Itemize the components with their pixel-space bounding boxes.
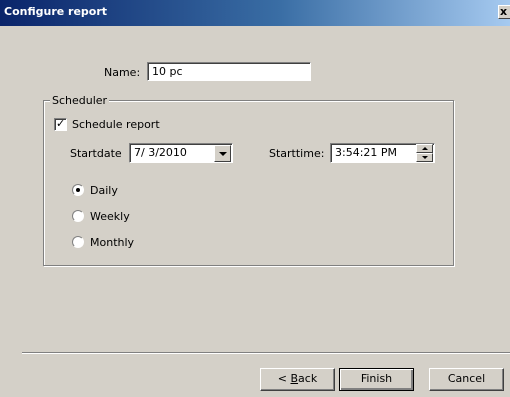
back-button[interactable]: < Back [260,368,335,391]
spin-up-icon [422,147,428,150]
radio-weekly-label[interactable]: Weekly [90,210,130,223]
spin-down-icon [422,156,428,159]
name-input-value: 10 pc [152,65,183,78]
name-input[interactable]: 10 pc [147,62,311,81]
title-bar[interactable]: Configure report x [0,0,510,26]
finish-button[interactable]: Finish [339,368,414,391]
checkmark-icon: ✓ [56,117,66,130]
chevron-down-icon [219,152,227,156]
close-button[interactable]: x [498,5,510,19]
starttime-value: 3:54:21 PM [335,146,398,159]
radio-monthly-label[interactable]: Monthly [90,236,134,249]
cancel-button-label: Cancel [447,372,486,385]
back-button-label: ack [298,372,318,385]
back-button-prefix: < [277,372,291,385]
radio-daily[interactable] [72,184,84,196]
startdate-dropdown-button[interactable] [214,145,231,162]
back-button-mnemonic: B [290,372,299,385]
schedule-report-checkbox[interactable]: ✓ [54,117,67,131]
starttime-label: Starttime: [269,147,325,160]
radio-weekly[interactable] [72,210,84,222]
radio-selected-dot [76,188,80,192]
schedule-report-label[interactable]: Schedule report [72,118,160,131]
starttime-spinner[interactable] [416,144,433,162]
radio-daily-label[interactable]: Daily [90,184,118,197]
spin-down-button[interactable] [416,153,433,162]
startdate-label: Startdate [70,147,122,160]
window-title: Configure report [4,5,108,18]
radio-monthly[interactable] [72,236,84,248]
startdate-value: 7/ 3/2010 [134,146,187,159]
scheduler-group-label: Scheduler [50,94,110,107]
spin-up-button[interactable] [416,144,433,153]
name-label: Name: [104,66,141,79]
close-icon: x [500,5,508,18]
finish-button-label: Finish [360,372,393,385]
footer-separator [22,352,510,354]
cancel-button[interactable]: Cancel [429,368,504,391]
